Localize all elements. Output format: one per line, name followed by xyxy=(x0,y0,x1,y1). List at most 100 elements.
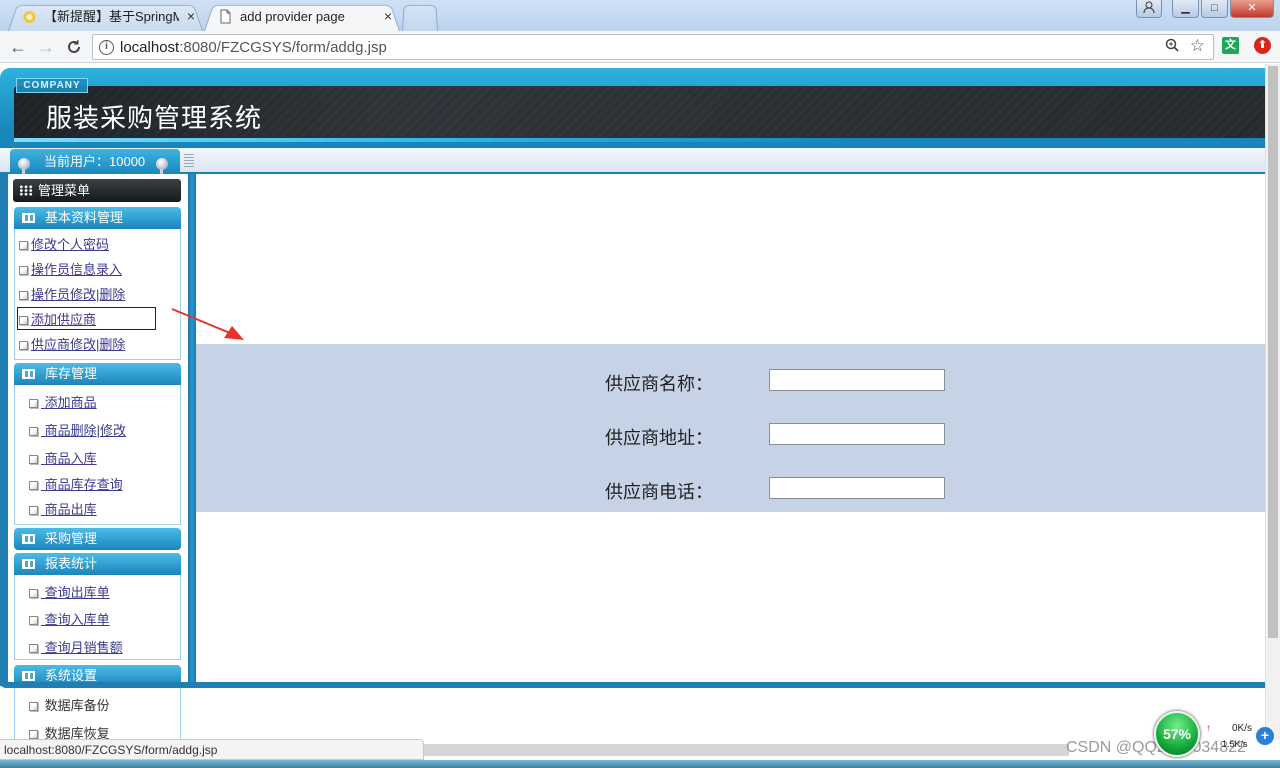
page-icon xyxy=(29,506,38,515)
form-row: 供应商地址： xyxy=(196,422,1265,448)
page-icon xyxy=(29,589,38,598)
minimize-button[interactable]: ▁ xyxy=(1172,0,1199,18)
tab-close-icon[interactable]: × xyxy=(187,3,195,30)
menu-item-outbound-query[interactable]: 查询出库单 xyxy=(29,582,110,601)
tab-add-provider[interactable]: add provider page × xyxy=(204,2,400,31)
section-body: 修改个人密码 操作员信息录入 操作员修改|删除 添加供应商 供应商修改|删除 xyxy=(14,229,181,360)
provider-phone-label: 供应商电话： xyxy=(605,482,713,502)
menu-title: 管理菜单 xyxy=(38,183,91,198)
provider-phone-input[interactable] xyxy=(769,477,945,499)
profile-icon[interactable] xyxy=(1136,0,1162,18)
upload-extension-icon[interactable]: ⬆ xyxy=(1254,37,1271,54)
close-window-button[interactable]: ✕ xyxy=(1230,0,1274,18)
book-icon xyxy=(22,534,35,544)
menu-item-stock-query[interactable]: 商品库存查询 xyxy=(29,474,123,493)
section-reports[interactable]: 报表统计 xyxy=(14,553,181,575)
section-title: 采购管理 xyxy=(45,531,98,546)
page-icon xyxy=(29,481,38,490)
page-icon xyxy=(19,241,28,250)
book-icon xyxy=(22,671,35,681)
page-icon xyxy=(29,399,38,408)
page-icon xyxy=(19,291,28,300)
sidebar: 管理菜单 基本资料管理 修改个人密码 操作员信息录入 操作员修改|删除 添加供应… xyxy=(8,174,188,747)
zoom-icon[interactable] xyxy=(1165,38,1179,55)
translate-extension-icon[interactable]: 文 xyxy=(1222,37,1239,54)
menu-item-inbound-query[interactable]: 查询入库单 xyxy=(29,609,110,628)
window-controls: ▁ □ ✕ xyxy=(1136,0,1274,20)
address-bar[interactable]: i localhost:8080/FZCGSYS/form/addg.jsp ☆ xyxy=(92,34,1214,60)
pin-icon xyxy=(156,158,168,179)
vertical-scrollbar[interactable] xyxy=(1265,64,1280,740)
page-icon xyxy=(19,266,28,275)
page-icon xyxy=(29,702,38,711)
menu-item-operator-edit[interactable]: 操作员修改|删除 xyxy=(19,284,125,303)
drag-handle-icon[interactable] xyxy=(184,154,194,168)
menu-item-operator-entry[interactable]: 操作员信息录入 xyxy=(19,259,122,278)
main-content: 供应商名称： 供应商地址： 供应商电话： xyxy=(196,174,1265,684)
provider-form: 供应商名称： 供应商地址： 供应商电话： xyxy=(196,344,1265,512)
section-inventory[interactable]: 库存管理 xyxy=(14,363,181,385)
maximize-button[interactable]: □ xyxy=(1201,0,1228,18)
tab-strip: 【新提醒】基于SpringM × add provider page × ▁ □… xyxy=(0,0,1280,31)
tab-title: 【新提醒】基于SpringM xyxy=(44,9,179,24)
horizontal-scrollbar[interactable] xyxy=(424,744,1069,756)
menu-item-change-password[interactable]: 修改个人密码 xyxy=(19,234,109,253)
menu-item-goods-out[interactable]: 商品出库 xyxy=(29,499,97,518)
provider-name-input[interactable] xyxy=(769,369,945,391)
tab-forum[interactable]: 【新提醒】基于SpringM × xyxy=(8,2,203,31)
url-host: localhost xyxy=(120,39,180,56)
browser-toolbar: ← → i localhost:8080/FZCGSYS/form/addg.j… xyxy=(0,31,1280,63)
new-tab-button[interactable] xyxy=(402,2,438,31)
header-banner: COMPANY 服装采购管理系统 xyxy=(0,68,1265,152)
section-title: 库存管理 xyxy=(45,366,98,381)
pin-icon xyxy=(18,158,30,179)
section-body: 查询出库单 查询入库单 查询月销售额 xyxy=(14,575,181,660)
info-icon[interactable]: i xyxy=(99,40,114,55)
page-icon xyxy=(19,316,28,325)
system-title: 服装采购管理系统 xyxy=(46,103,263,133)
page-favicon-icon xyxy=(220,9,231,24)
section-title: 报表统计 xyxy=(45,556,98,571)
section-title: 基本资料管理 xyxy=(45,210,124,225)
page-icon xyxy=(29,644,38,653)
page-icon xyxy=(29,455,38,464)
annotation-arrow-icon xyxy=(171,308,244,340)
menu-item-goods-in[interactable]: 商品入库 xyxy=(29,448,97,467)
menu-item-add-provider[interactable]: 添加供应商 xyxy=(16,307,157,330)
forward-button[interactable]: → xyxy=(34,35,58,59)
upload-arrow-icon: ↑ xyxy=(1206,723,1211,734)
provider-name-label: 供应商名称： xyxy=(605,374,713,394)
user-bar: 当前用户：10000 xyxy=(0,148,1265,179)
download-speed: 1.5K/s xyxy=(1222,739,1248,749)
sidebar-splitter[interactable] xyxy=(188,174,196,686)
page-icon xyxy=(29,427,38,436)
section-body: 数据库备份 数据库恢复 xyxy=(14,687,181,747)
reload-icon xyxy=(68,40,80,53)
section-basic-data[interactable]: 基本资料管理 xyxy=(14,207,181,229)
section-purchase[interactable]: 采购管理 xyxy=(14,528,181,550)
reload-button[interactable] xyxy=(62,35,86,59)
menu-item-goods-edit[interactable]: 商品删除|修改 xyxy=(29,420,126,439)
menu-item-db-backup[interactable]: 数据库备份 xyxy=(29,695,110,714)
tab-close-icon[interactable]: × xyxy=(384,3,392,30)
network-monitor[interactable]: 57% ↑ 0K/s 1.5K/s + xyxy=(1154,711,1274,763)
company-logo: COMPANY xyxy=(16,78,88,93)
current-user-label: 当前用户：10000 xyxy=(44,154,146,169)
provider-address-label: 供应商地址： xyxy=(605,428,713,448)
status-url-bubble: localhost:8080/FZCGSYS/form/addg.jsp xyxy=(0,739,424,760)
net-percent: 57% xyxy=(1154,711,1200,757)
forum-favicon-icon xyxy=(23,11,36,23)
bookmark-star-icon[interactable]: ☆ xyxy=(1190,36,1205,56)
tab-title: add provider page xyxy=(240,9,345,24)
menu-item-add-goods[interactable]: 添加商品 xyxy=(29,392,97,411)
book-icon xyxy=(22,213,35,223)
plus-icon[interactable]: + xyxy=(1256,727,1274,745)
back-button[interactable]: ← xyxy=(6,35,30,59)
menu-item-provider-edit[interactable]: 供应商修改|删除 xyxy=(19,334,125,353)
form-row: 供应商电话： xyxy=(196,476,1265,502)
book-icon xyxy=(22,369,35,379)
menu-item-monthly-sales[interactable]: 查询月销售额 xyxy=(29,637,123,656)
provider-address-input[interactable] xyxy=(769,423,945,445)
grid-icon xyxy=(19,185,33,196)
scrollbar-thumb[interactable] xyxy=(1268,66,1278,638)
